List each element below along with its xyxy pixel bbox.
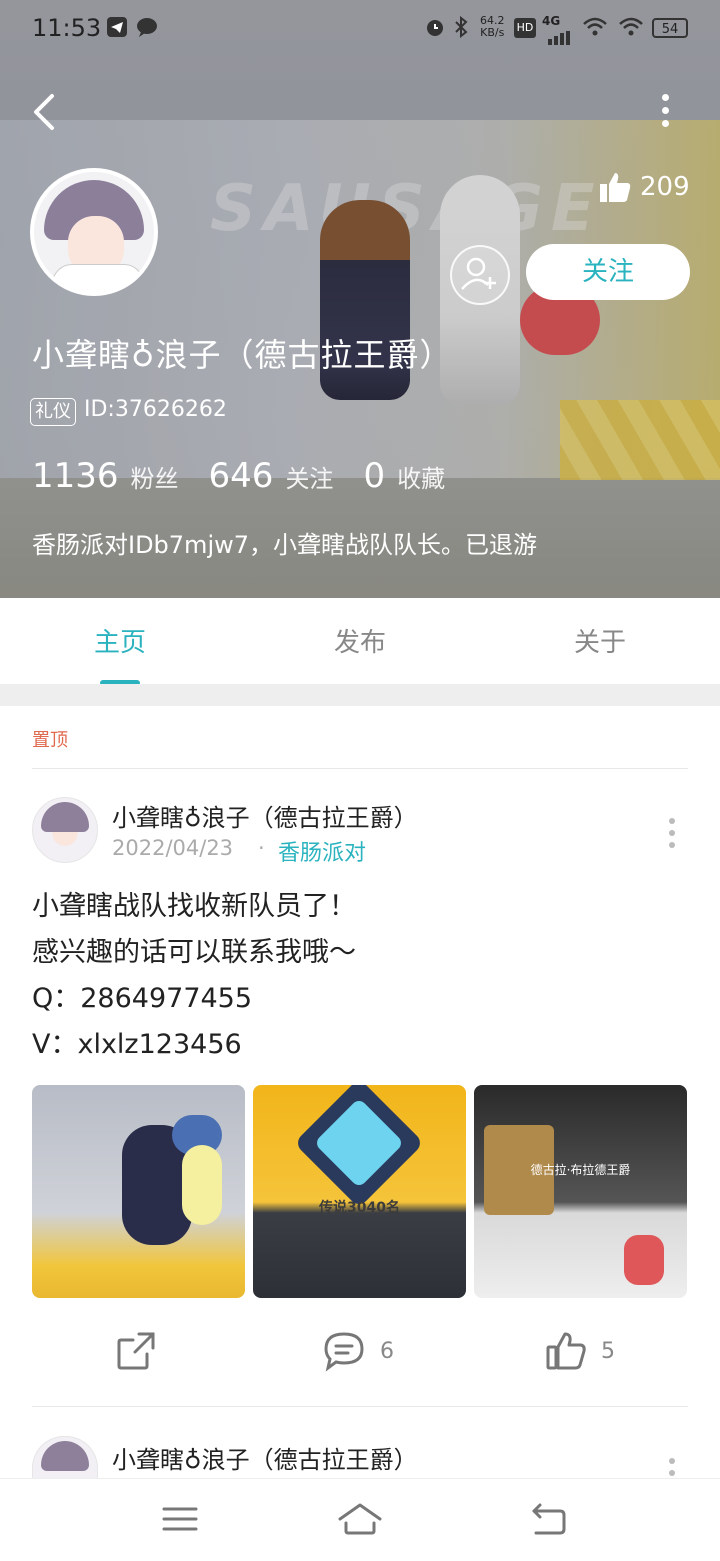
comment-icon [324,1332,364,1372]
favorites-label[interactable]: 收藏 [397,459,445,494]
post-image-1[interactable] [32,1085,245,1298]
share-icon [117,1332,155,1370]
profile-bio: 香肠派对IDb7mjw7，小聋瞎战队队长。已退游 [32,531,538,559]
post-author-name[interactable]: 小聋瞎♁浪子（德古拉王爵） [112,798,418,833]
thumbs-up-icon [600,173,631,202]
following-label[interactable]: 关注 [285,459,333,494]
post-image-3[interactable]: 德古拉·布拉德王爵 [474,1085,687,1298]
post2-more-button[interactable] [668,1458,676,1478]
return-icon [532,1503,566,1535]
follow-button[interactable]: 关注 [526,244,690,300]
meta-separator: · [258,836,265,860]
like-count: 5 [601,1338,615,1364]
net-speed: 64.2 KB/s [480,14,505,39]
tab-home[interactable]: 主页 [0,622,240,659]
alarm-icon [424,16,446,43]
fans-label[interactable]: 粉丝 [131,459,179,494]
post-image-2[interactable]: 传说3040名 [253,1085,466,1298]
signal-icon [546,26,572,50]
share-button[interactable] [115,1330,157,1372]
post-content[interactable]: 小聋瞎战队找收新队员了！ 感兴趣的话可以联系我哦～ Q：2864977455 V… [32,884,356,1068]
menu-button[interactable] [160,1499,200,1543]
status-bar: 11:53 64.2 KB/s HD 4G 54 [0,0,720,56]
comment-button[interactable]: 6 [322,1330,394,1372]
wifi-icon-1 [582,16,608,43]
pinned-label: 置顶 [32,730,68,751]
more-options-button[interactable] [660,94,670,130]
post-category[interactable]: 香肠派对 [278,835,366,867]
post-author-avatar[interactable] [32,797,98,863]
profile-tabs: 主页 发布 关于 [0,598,720,686]
divider [32,768,688,769]
post-more-button[interactable] [668,818,676,858]
favorites-count[interactable]: 0 [363,456,385,496]
profile-uid: ID:37626262 [84,397,227,422]
profile-nickname: 小聋瞎♁浪子（德古拉王爵） [32,336,453,374]
back-arrow-icon [34,94,54,130]
fans-count[interactable]: 1136 [32,456,119,496]
post-date: 2022/04/23 [112,836,234,860]
post-actions: 6 5 [0,1330,720,1380]
back-button[interactable] [30,92,60,132]
telegram-icon [106,16,128,43]
section-divider [0,684,720,706]
post-line: 小聋瞎战队找收新队员了！ [32,891,356,922]
tab-about[interactable]: 关于 [480,622,720,659]
profile-badge: 礼仪 [30,398,76,426]
add-user-icon [461,257,496,290]
hd-icon: HD [514,18,536,38]
back-nav-button[interactable] [528,1499,568,1543]
bluetooth-icon [452,15,470,43]
add-friend-button[interactable] [450,245,510,305]
system-nav-bar [0,1478,720,1561]
home-button[interactable] [336,1499,384,1543]
menu-icon [162,1507,198,1531]
following-count[interactable]: 646 [209,456,274,496]
tab-posts[interactable]: 发布 [240,622,480,659]
profile-avatar[interactable] [30,168,158,296]
chat-icon [136,16,158,43]
image-caption: 传说3040名 [319,1200,400,1216]
battery-indicator: 54 [652,18,688,38]
post-line: V：xlxlz123456 [32,1029,242,1060]
post-line: 感兴趣的话可以联系我哦～ [32,937,356,968]
profile-stats: 1136 粉丝 646 关注 0 收藏 [32,456,475,496]
post2-author-avatar[interactable] [32,1436,98,1479]
wifi-icon-2 [618,16,644,43]
post2-author-name[interactable]: 小聋瞎♁浪子（德古拉王爵） [112,1440,418,1475]
home-icon [338,1503,382,1535]
post-line: Q：2864977455 [32,983,253,1014]
comment-count: 6 [380,1338,394,1364]
like-icon [546,1332,586,1370]
status-time: 11:53 [32,14,102,42]
profile-likes: 209 [598,170,690,204]
divider [32,1406,688,1407]
image-caption: 德古拉·布拉德王爵 [530,1163,631,1177]
like-button[interactable]: 5 [545,1330,615,1372]
